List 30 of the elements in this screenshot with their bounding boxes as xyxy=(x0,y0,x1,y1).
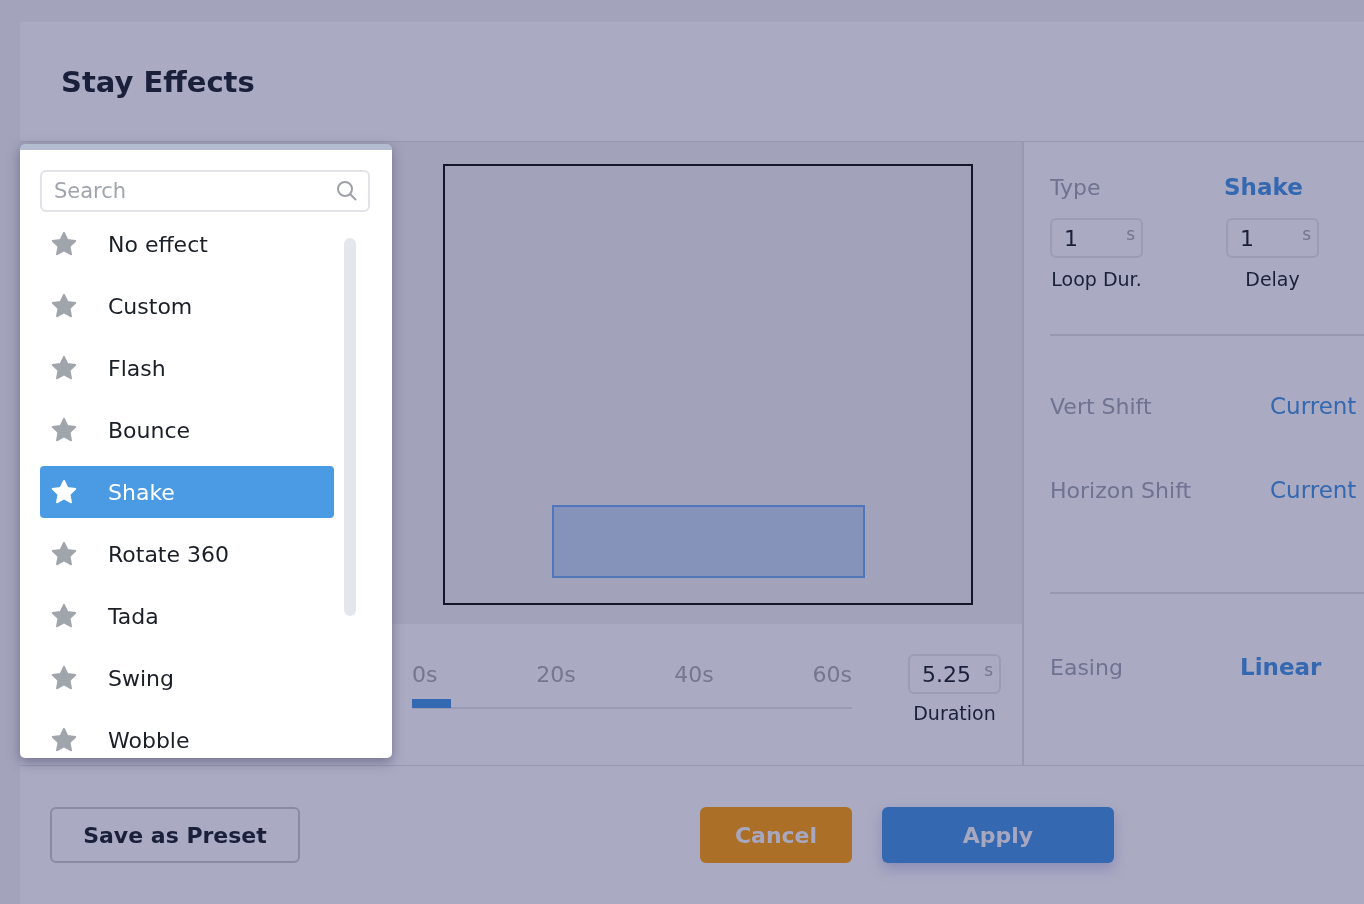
field-label: Loop Dur. xyxy=(1051,268,1142,290)
save-preset-button[interactable]: Save as Preset xyxy=(50,807,300,863)
duration-label: Duration xyxy=(913,702,996,724)
shift-label: Horizon Shift xyxy=(1050,477,1193,503)
effect-item[interactable]: Wobble xyxy=(40,714,334,758)
star-icon xyxy=(50,479,78,505)
shift-label: Vert Shift xyxy=(1050,393,1153,419)
scrollbar[interactable] xyxy=(344,238,356,616)
star-icon xyxy=(50,541,78,567)
star-icon xyxy=(50,665,78,691)
effect-item[interactable]: Bounce xyxy=(40,404,334,456)
dialog-title: Stay Effects xyxy=(61,64,255,99)
timeline-track[interactable] xyxy=(412,699,852,709)
star-icon xyxy=(50,231,78,257)
easing-label: Easing xyxy=(1050,654,1124,680)
effect-item[interactable]: No effect xyxy=(40,218,334,270)
type-label: Type xyxy=(1050,174,1102,200)
effect-item[interactable]: Flash xyxy=(40,342,334,394)
effect-item[interactable]: Tada xyxy=(40,590,334,642)
effect-item[interactable]: Swing xyxy=(40,652,334,704)
star-icon xyxy=(50,603,78,629)
search-icon xyxy=(336,180,358,202)
star-icon xyxy=(50,293,78,319)
effect-item[interactable]: Rotate 360 xyxy=(40,528,334,580)
star-icon xyxy=(50,355,78,381)
star-icon xyxy=(50,417,78,443)
effect-item[interactable]: Custom xyxy=(40,280,334,332)
field-label: Delay xyxy=(1245,268,1300,290)
star-icon xyxy=(50,727,78,753)
search-field[interactable]: Search xyxy=(40,170,370,212)
